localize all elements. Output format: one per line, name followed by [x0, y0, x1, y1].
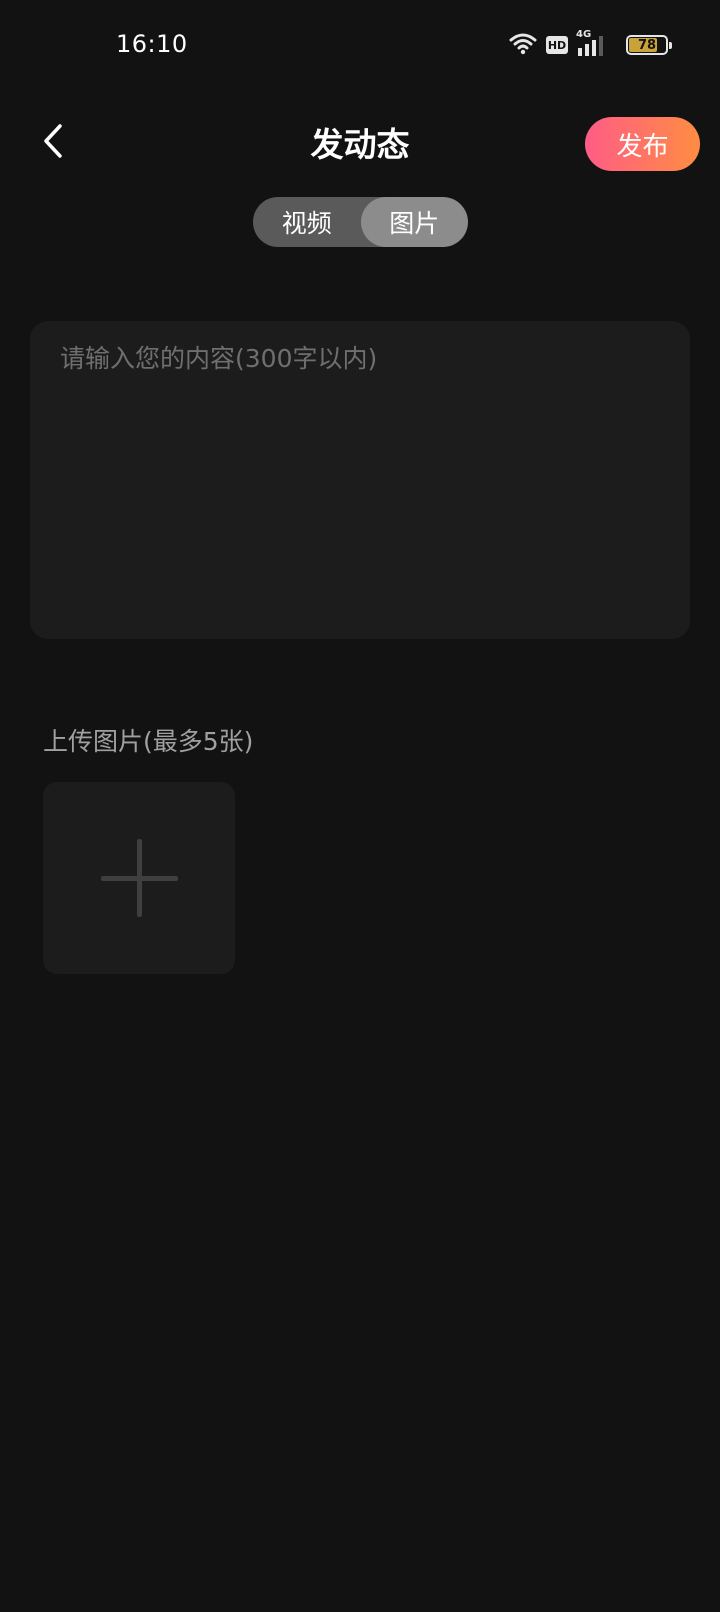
- tab-video[interactable]: 视频: [253, 197, 361, 247]
- content-input[interactable]: [30, 321, 690, 639]
- battery-level: 78: [637, 37, 657, 53]
- status-bar: 16:10 HD 4G 78: [0, 0, 720, 90]
- status-icons: HD 4G 78: [508, 29, 672, 60]
- tab-image[interactable]: 图片: [360, 197, 468, 247]
- plus-vertical: [137, 839, 142, 917]
- battery-cap: [669, 42, 672, 49]
- wifi-icon: [508, 31, 538, 59]
- media-type-segment: 视频 图片: [253, 197, 468, 247]
- upload-label: 上传图片(最多5张): [43, 727, 254, 756]
- hd-icon: HD: [546, 36, 568, 54]
- nav-bar: 发动态 发布: [0, 100, 720, 186]
- battery-icon: 78: [626, 35, 672, 55]
- status-time: 16:10: [116, 30, 188, 58]
- add-image-button[interactable]: [43, 782, 235, 974]
- signal-icon: 4G: [576, 29, 606, 57]
- publish-button[interactable]: 发布: [585, 117, 700, 171]
